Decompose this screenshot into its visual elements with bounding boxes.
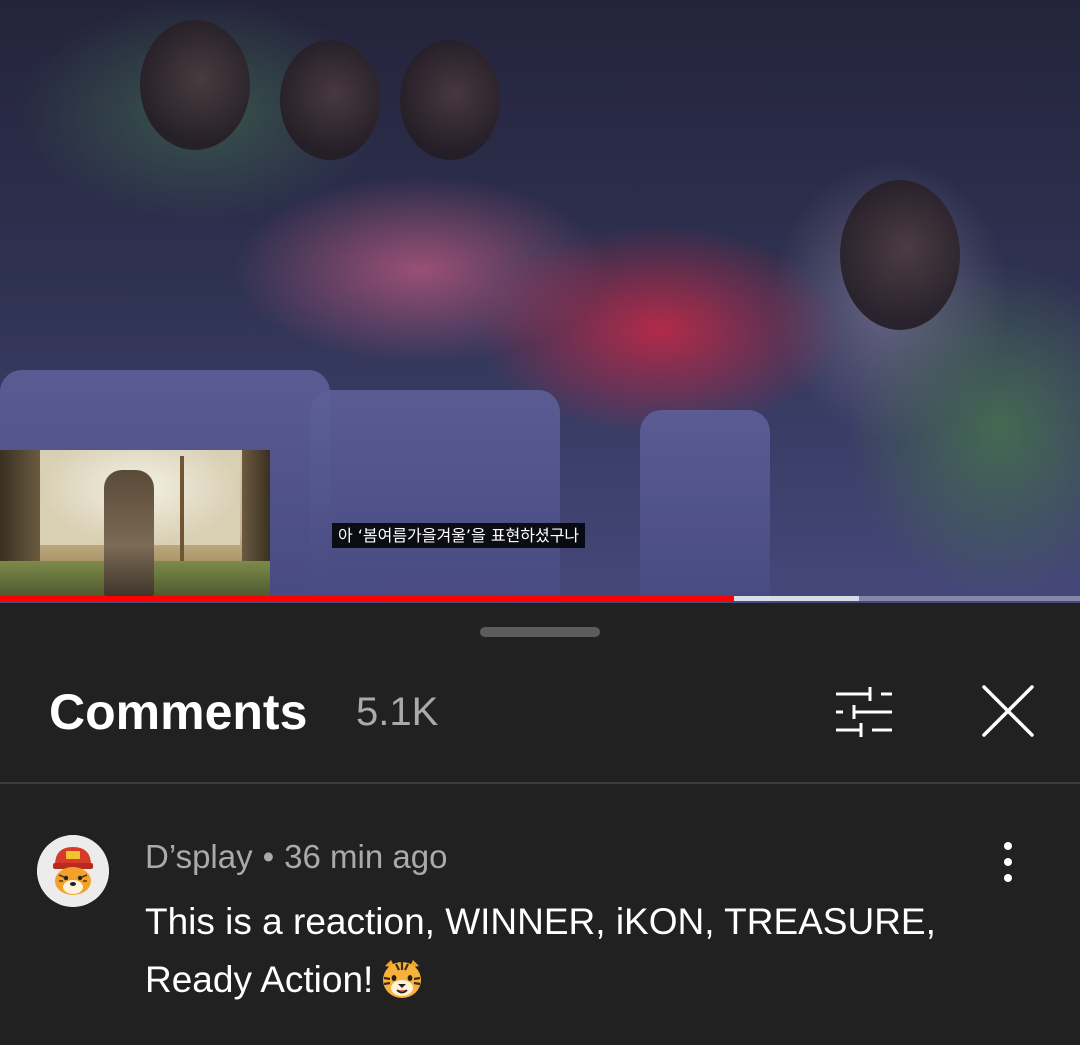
video-frame-figure [140, 20, 250, 150]
video-player[interactable]: 아 ‘봄여름가을겨울’을 표현하셨구나 [0, 0, 1080, 603]
more-vertical-icon [1004, 842, 1012, 882]
comments-count: 5.1K [356, 690, 439, 734]
comment-author[interactable]: D’splay [145, 838, 253, 875]
sliders-icon [836, 687, 892, 737]
video-frame-figure [400, 40, 500, 160]
comments-sheet: Comments 5.1K D’splay • 36 min ago This … [0, 603, 1080, 1045]
comment-time: 36 min ago [284, 838, 448, 875]
meta-separator: • [262, 838, 275, 875]
tiger-avatar-icon [37, 835, 109, 907]
video-frame-seat [640, 410, 770, 603]
video-frame-figure [280, 40, 380, 160]
close-icon [982, 685, 1034, 737]
comments-title: Comments [49, 684, 308, 740]
header-divider [0, 782, 1080, 784]
seek-preview-thumbnail [0, 450, 270, 597]
drag-handle[interactable] [480, 627, 600, 637]
avatar[interactable] [37, 835, 109, 907]
progress-played [0, 596, 734, 601]
tiger-face-emoji [383, 960, 422, 998]
video-subtitle: 아 ‘봄여름가을겨울’을 표현하셨구나 [332, 523, 586, 548]
sort-filter-button[interactable] [826, 681, 900, 743]
comment-item: D’splay • 36 min ago This is a reaction, W… [0, 813, 1080, 1033]
comment-more-button[interactable] [986, 837, 1030, 887]
comment-meta: D’splay • 36 min ago [145, 837, 447, 877]
video-frame-seat [310, 390, 560, 603]
comment-text: This is a reaction, WINNER, iKON, TREASU… [145, 901, 936, 1000]
comment-body: This is a reaction, WINNER, iKON, TREASU… [145, 893, 995, 1009]
video-frame-figure [840, 180, 960, 330]
video-progress-bar[interactable] [0, 596, 1080, 601]
close-button[interactable] [972, 679, 1044, 745]
